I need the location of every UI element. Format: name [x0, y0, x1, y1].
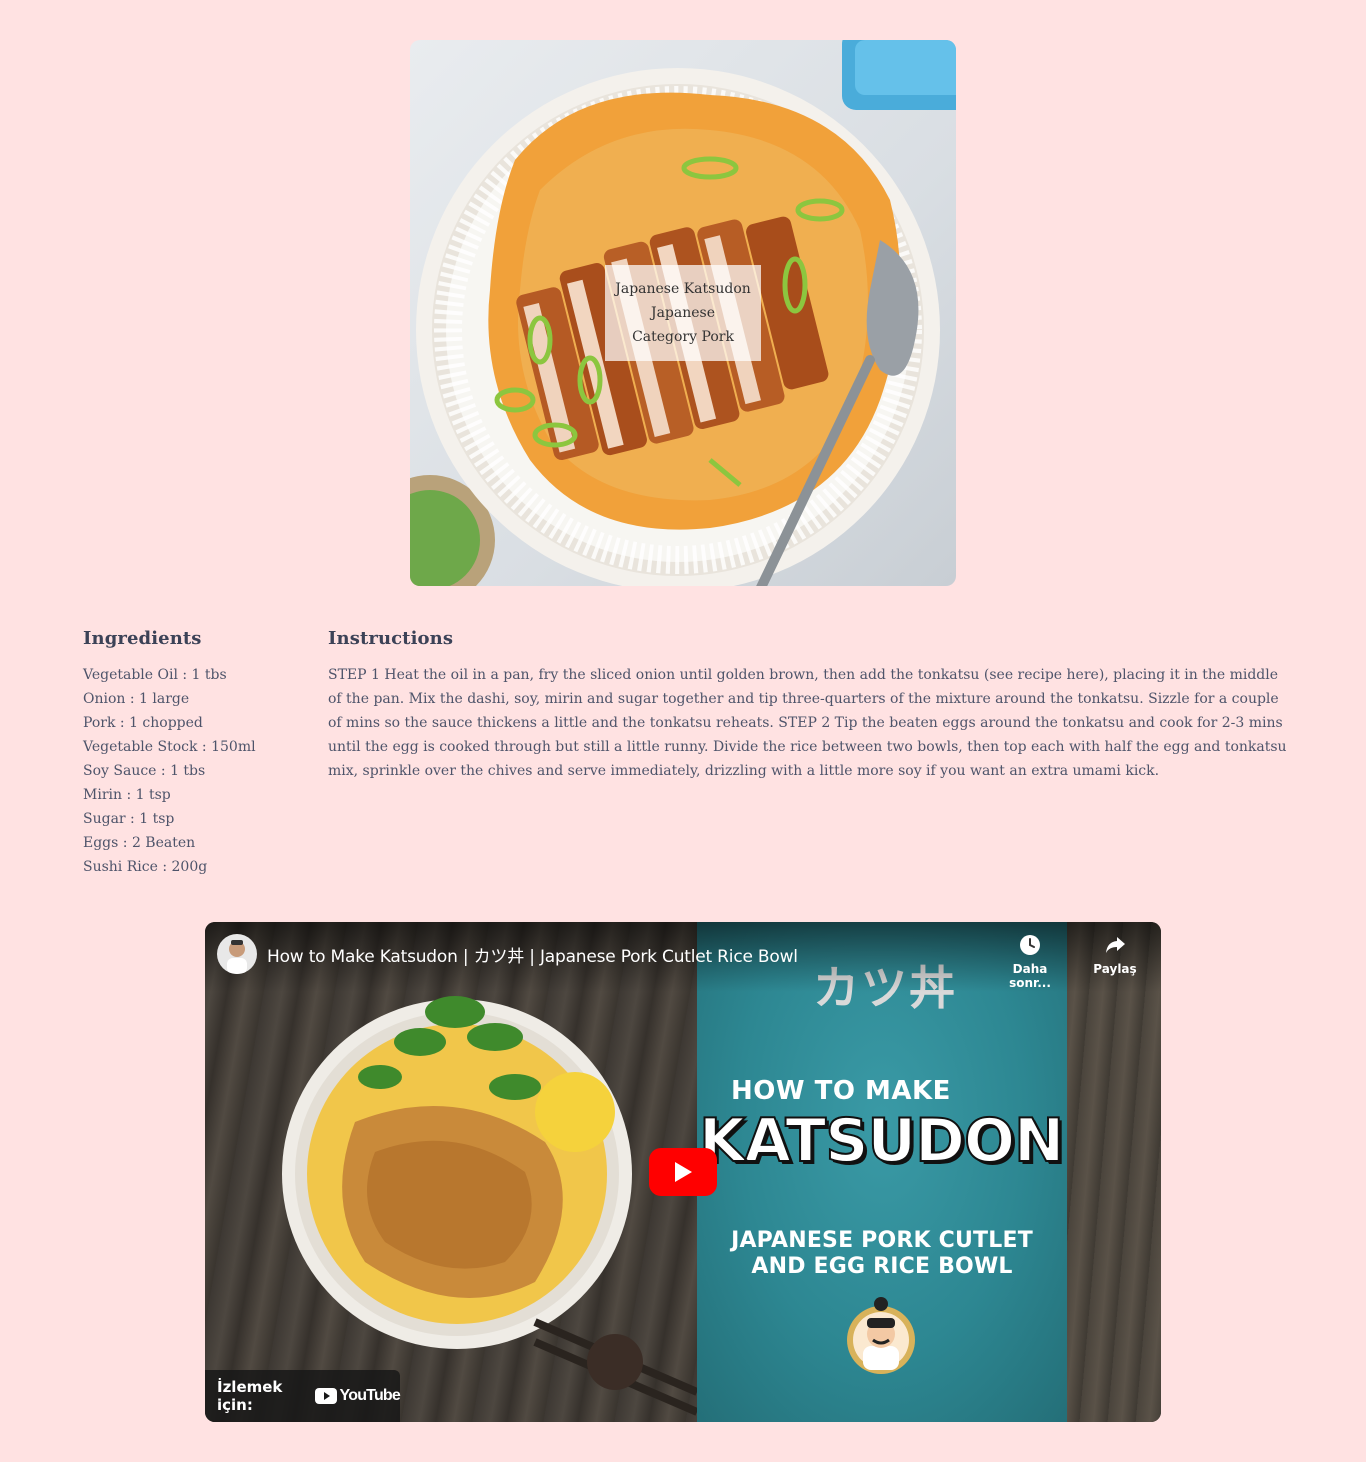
play-button[interactable]	[649, 1148, 717, 1196]
video-title-link[interactable]: How to Make Katsudon | カツ丼 | Japanese Po…	[267, 942, 798, 967]
meal-category: Category Pork	[632, 329, 734, 345]
instructions-section: Instructions STEP 1 Heat the oil in a pa…	[328, 628, 1288, 783]
ingredient-item: Soy Sauce : 1 tbs	[83, 763, 206, 779]
thumbnail-line2: KATSUDON	[698, 1105, 1065, 1177]
share-arrow-icon	[1106, 937, 1125, 953]
watch-on-label: İzlemek için:	[217, 1378, 283, 1414]
thumbnail-subtitle: JAPANESE PORK CUTLET AND EGG RICE BOWL	[717, 1228, 1047, 1280]
ingredients-list: Vegetable Oil : 1 tbs Onion : 1 large Po…	[83, 663, 303, 879]
channel-avatar[interactable]	[217, 934, 257, 974]
watch-on-youtube-link[interactable]: İzlemek için: YouTube	[205, 1370, 401, 1422]
clock-icon	[1020, 935, 1040, 955]
katsudon-bowl-illustration	[282, 996, 699, 1416]
ingredients-section: Ingredients Vegetable Oil : 1 tbs Onion …	[83, 628, 303, 879]
share-button[interactable]: Paylaş	[1077, 934, 1153, 976]
share-label: Paylaş	[1093, 962, 1137, 976]
watch-later-button[interactable]: Daha sonr...	[992, 934, 1068, 990]
ingredients-heading: Ingredients	[83, 628, 202, 649]
youtube-play-logo-icon	[314, 1388, 337, 1404]
play-icon	[675, 1162, 692, 1182]
ingredient-item: Sugar : 1 tsp	[83, 811, 175, 827]
ingredient-item: Sushi Rice : 200g	[83, 859, 208, 875]
thumbnail-wood-background	[205, 922, 699, 1422]
ingredient-item: Pork : 1 chopped	[83, 715, 203, 731]
ingredient-item: Mirin : 1 tsp	[83, 787, 171, 803]
meal-image: Japanese Katsudon Japanese Category Pork	[410, 40, 956, 586]
ingredient-item: Vegetable Stock : 150ml	[83, 739, 256, 755]
watch-later-label: Daha sonr...	[1009, 962, 1051, 990]
chef-avatar-icon	[227, 940, 247, 974]
youtube-embed[interactable]: カツ丼 HOW TO MAKE KATSUDON JAPANESE PORK C…	[205, 922, 1161, 1422]
youtube-logo: YouTube	[314, 1387, 401, 1405]
ingredient-item: Vegetable Oil : 1 tbs	[83, 667, 227, 683]
meal-area: Japanese	[650, 305, 716, 321]
thumbnail-line4: AND EGG RICE BOWL	[751, 1254, 1013, 1279]
ingredient-item: Onion : 1 large	[83, 691, 190, 707]
chef-mascot-icon	[847, 1297, 915, 1374]
instructions-text: STEP 1 Heat the oil in a pan, fry the sl…	[328, 667, 1287, 779]
instructions-heading: Instructions	[328, 628, 454, 649]
ingredient-item: Eggs : 2 Beaten	[83, 835, 196, 851]
meal-caption: Japanese Katsudon Japanese Category Pork	[605, 265, 761, 361]
thumbnail-line1: HOW TO MAKE	[731, 1076, 951, 1106]
thumbnail-line3: JAPANESE PORK CUTLET	[731, 1228, 1033, 1253]
youtube-wordmark: YouTube	[339, 1387, 401, 1404]
meal-name: Japanese Katsudon	[615, 281, 751, 297]
thumbnail-wood-edge	[1067, 922, 1161, 1422]
